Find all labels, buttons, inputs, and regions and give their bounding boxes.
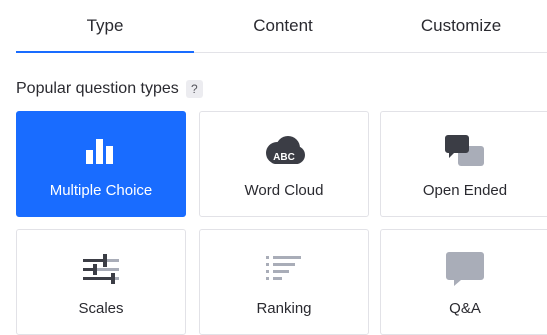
speech-bubbles-icon — [442, 130, 488, 172]
question-type-open-ended[interactable]: Open Ended — [380, 111, 547, 217]
question-type-ranking[interactable]: Ranking — [199, 229, 369, 335]
card-label: Q&A — [449, 300, 481, 317]
question-type-scales[interactable]: Scales — [16, 229, 186, 335]
card-label: Word Cloud — [244, 182, 324, 199]
card-label: Open Ended — [422, 182, 508, 199]
tab-type[interactable]: Type — [16, 0, 194, 52]
card-label: Ranking — [256, 300, 312, 317]
word-cloud-icon: ABC — [261, 130, 307, 172]
card-label: Multiple Choice — [49, 182, 153, 199]
word-cloud-badge: ABC — [273, 152, 295, 163]
bar-chart-icon — [78, 130, 124, 172]
card-label: Scales — [78, 300, 124, 317]
section-title: Popular question types — [16, 80, 179, 97]
question-type-qa[interactable]: Q&A — [380, 229, 547, 335]
section-header: Popular question types ? — [16, 78, 203, 100]
help-button[interactable]: ? — [185, 80, 203, 98]
tab-customize[interactable]: Customize — [372, 0, 547, 52]
tab-bar: Type Content Customize — [16, 0, 547, 53]
question-type-multiple-choice[interactable]: Multiple Choice — [16, 111, 186, 217]
active-tab-indicator — [16, 51, 194, 53]
tab-content[interactable]: Content — [194, 0, 372, 52]
sliders-icon — [78, 248, 124, 290]
ranking-list-icon — [261, 248, 307, 290]
question-type-word-cloud[interactable]: ABC Word Cloud — [199, 111, 369, 217]
chat-bubble-icon — [442, 248, 488, 290]
